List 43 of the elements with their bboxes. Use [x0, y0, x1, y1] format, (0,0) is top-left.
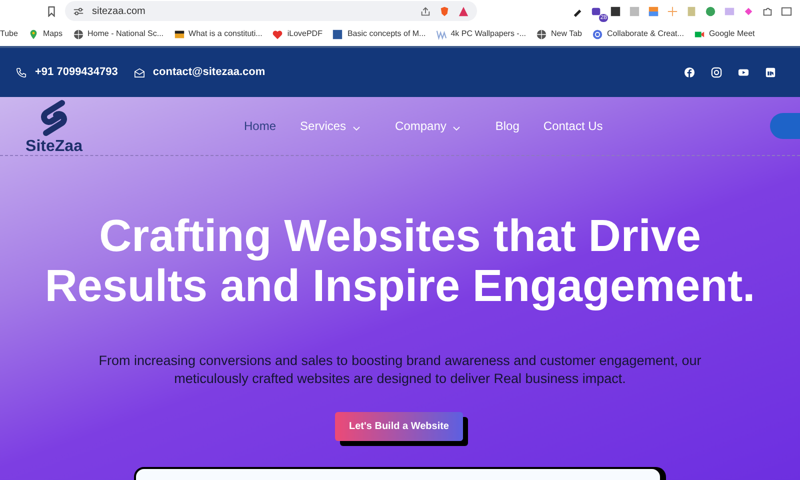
instagram-icon[interactable]: [711, 67, 722, 78]
phone-number[interactable]: +91 7099434793: [35, 64, 118, 81]
mail-icon: [134, 67, 145, 78]
bookmark-favicon: [174, 28, 185, 40]
bookmark-link[interactable]: Google Meet: [708, 28, 755, 40]
bookmark-favicon: [536, 28, 548, 40]
nav-link[interactable]: Home: [244, 117, 276, 135]
bookmark-link[interactable]: Collaborate & Creat...: [607, 28, 684, 40]
hero-heading: Crafting Websites that Drive Results and Inspire Engagement.: [44, 211, 756, 310]
linkedin-icon[interactable]: [765, 67, 776, 78]
hero-description: From increasing conversions and sales to boosting brand awareness and customer engagement, our meticulously crafted websites are designed to deliver Real business impact.: [98, 352, 702, 388]
youtube-icon[interactable]: [738, 67, 749, 78]
bookmark-link[interactable]: Basic concepts of M...: [347, 28, 426, 40]
bookmark-link[interactable]: What is a constituti...: [188, 28, 262, 40]
shield-icon[interactable]: [439, 6, 450, 16]
bookmark-favicon: [28, 28, 39, 40]
bookmark-icon[interactable]: [46, 6, 57, 16]
bookmark-link[interactable]: Maps: [42, 28, 62, 40]
bookmark-favicon: [592, 28, 603, 40]
build-website-button[interactable]: Let's Build a Website: [335, 412, 463, 442]
nav-link[interactable]: Contact Us: [543, 117, 603, 135]
logo-text: SiteZaa: [26, 139, 82, 155]
url-text: sitezaa.com: [92, 4, 146, 18]
bookmark-link[interactable]: iLovePDF: [287, 28, 322, 40]
bookmark-favicon: [272, 28, 284, 40]
bookmark-link[interactable]: New Tab: [551, 28, 582, 40]
facebook-icon[interactable]: [684, 67, 695, 78]
bookmark-link[interactable]: Tube: [0, 28, 18, 40]
ext-icon[interactable]: [610, 6, 621, 16]
share-icon[interactable]: [420, 6, 431, 16]
window-icon[interactable]: [781, 6, 792, 16]
ext-icon[interactable]: [591, 6, 602, 16]
bookmark-favicon: [72, 28, 84, 40]
address-bar[interactable]: sitezaa.com: [65, 1, 477, 21]
bookmark-link[interactable]: Home - National Sc...: [88, 28, 164, 40]
site-settings-icon[interactable]: [73, 6, 84, 16]
email-address[interactable]: contact@sitezaa.com: [152, 64, 266, 81]
puzzle-icon[interactable]: [762, 6, 773, 16]
phone-icon: [16, 67, 27, 78]
bookmark-favicon: [332, 28, 344, 40]
triangle-icon[interactable]: [458, 6, 469, 16]
bookmark-link[interactable]: 4k PC Wallpapers -...: [450, 28, 526, 40]
bookmark-favicon: [436, 28, 447, 40]
